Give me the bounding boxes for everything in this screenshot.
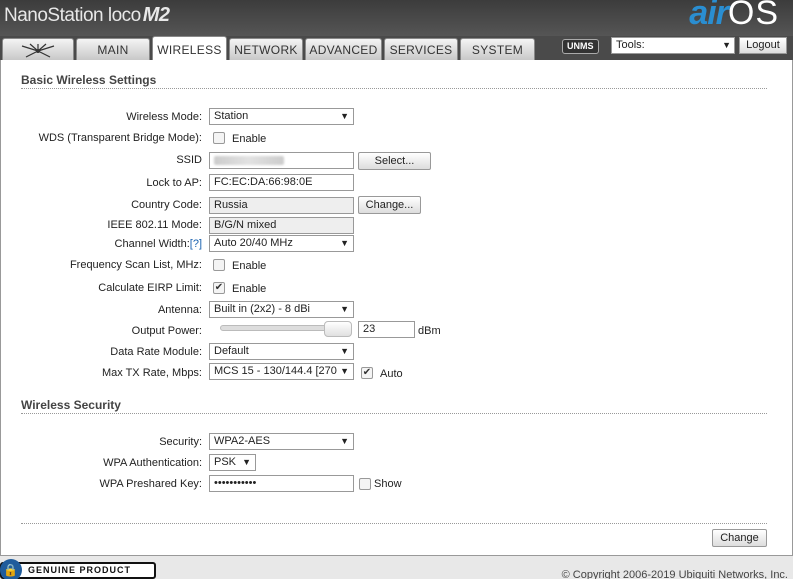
section-divider <box>21 413 767 414</box>
tab-bar: MAIN WIRELESS NETWORK ADVANCED SERVICES … <box>0 36 793 60</box>
output-power-label: Output Power: <box>131 325 202 337</box>
lock-ap-label: Lock to AP: <box>146 177 202 189</box>
data-rate-label: Data Rate Module: <box>110 346 202 358</box>
basic-settings-title: Basic Wireless Settings <box>21 73 157 87</box>
antenna-select[interactable]: Built in (2x2) - 8 dBi ▼ <box>209 301 354 318</box>
main-content: Basic Wireless Settings Wireless Mode: S… <box>0 60 793 556</box>
select-ssid-button[interactable]: Select... <box>358 152 431 170</box>
show-key-label: Show <box>374 478 402 490</box>
security-value: WPA2-AES <box>214 435 271 447</box>
tab-wireless[interactable]: WIRELESS <box>152 36 227 60</box>
tools-select[interactable]: Tools: ▼ <box>611 37 735 54</box>
tab-system[interactable]: SYSTEM <box>460 38 535 60</box>
brand-air: air <box>689 0 729 32</box>
freq-scan-label: Frequency Scan List, MHz: <box>69 259 202 271</box>
wds-checkbox[interactable] <box>213 132 225 144</box>
tab-advanced[interactable]: ADVANCED <box>305 38 382 60</box>
channel-width-label: Channel Width:[?] <box>115 238 202 250</box>
unms-label: UNMS <box>567 41 594 51</box>
tab-main[interactable]: MAIN <box>76 38 150 60</box>
max-tx-label: Max TX Rate, Mbps: <box>101 367 202 379</box>
antenna-value: Built in (2x2) - 8 dBi <box>214 303 310 315</box>
product-model: M2 <box>142 4 170 26</box>
security-select[interactable]: WPA2-AES ▼ <box>209 433 354 450</box>
output-power-unit: dBm <box>418 325 441 337</box>
ubiquiti-logo-icon <box>21 43 55 58</box>
airos-logo: airOS <box>689 0 779 33</box>
lock-ap-input[interactable]: FC:EC:DA:66:98:0E <box>209 174 354 191</box>
change-country-button[interactable]: Change... <box>358 196 421 214</box>
freq-scan-enable-label: Enable <box>232 260 267 272</box>
tab-ubiquiti-logo[interactable] <box>2 38 74 60</box>
footer: 🔒 GENUINE PRODUCT © Copyright 2006-2019 … <box>0 556 793 579</box>
header: NanoStation loco M2 airOS <box>0 0 793 36</box>
max-tx-auto-checkbox[interactable]: ✔ <box>361 367 373 379</box>
wpa-key-input[interactable]: ••••••••••• <box>209 475 354 492</box>
ieee-mode-field: B/G/N mixed <box>209 217 354 234</box>
wireless-security-title: Wireless Security <box>21 398 121 412</box>
change-button[interactable]: Change <box>712 529 767 547</box>
wpa-auth-label: WPA Authentication: <box>103 457 202 469</box>
eirp-label: Calculate EIRP Limit: <box>98 282 202 294</box>
tab-network[interactable]: NETWORK <box>229 38 303 60</box>
country-code-label: Country Code: <box>131 199 202 211</box>
wireless-mode-label: Wireless Mode: <box>126 111 202 123</box>
eirp-enable-label: Enable <box>232 283 267 295</box>
ssid-input[interactable] <box>209 152 354 169</box>
freq-scan-checkbox[interactable] <box>213 259 225 271</box>
lock-icon: 🔒 <box>0 559 22 579</box>
chevron-down-icon: ▼ <box>338 434 349 449</box>
tab-services[interactable]: SERVICES <box>384 38 458 60</box>
wpa-auth-value: PSK <box>214 456 237 468</box>
chevron-down-icon: ▼ <box>240 455 251 470</box>
brand-os: OS <box>727 0 779 32</box>
help-link[interactable]: [?] <box>190 238 202 250</box>
max-tx-auto-label: Auto <box>380 368 403 380</box>
wpa-auth-select[interactable]: PSK ▼ <box>209 454 256 471</box>
ssid-label: SSID <box>176 154 202 166</box>
max-tx-select[interactable]: MCS 15 - 130/144.4 [270 ▼ <box>209 363 354 380</box>
product-name: NanoStation loco <box>4 5 141 26</box>
section-divider <box>21 88 767 89</box>
antenna-label: Antenna: <box>157 304 202 316</box>
data-rate-select[interactable]: Default ▼ <box>209 343 354 360</box>
wds-enable-label: Enable <box>232 133 267 145</box>
channel-width-value: Auto 20/40 MHz <box>214 237 293 249</box>
security-label: Security: <box>159 436 202 448</box>
chevron-down-icon: ▼ <box>338 364 349 379</box>
wireless-mode-select[interactable]: Station ▼ <box>209 108 354 125</box>
country-code-field: Russia <box>209 197 354 214</box>
copyright-text: © Copyright 2006-2019 Ubiquiti Networks,… <box>561 569 788 579</box>
unms-button[interactable]: UNMS <box>562 39 599 54</box>
chevron-down-icon: ▼ <box>338 236 349 251</box>
section-divider <box>21 523 767 524</box>
output-power-input[interactable]: 23 <box>358 321 415 338</box>
wds-label: WDS (Transparent Bridge Mode): <box>38 132 202 144</box>
ssid-redacted <box>214 156 284 165</box>
ieee-mode-label: IEEE 802.11 Mode: <box>107 219 202 231</box>
chevron-down-icon: ▼ <box>338 109 349 124</box>
wireless-mode-value: Station <box>214 110 249 122</box>
output-power-slider-handle[interactable] <box>324 321 352 337</box>
genuine-product-badge: 🔒 GENUINE PRODUCT <box>0 559 156 579</box>
logout-button[interactable]: Logout <box>739 37 787 54</box>
chevron-down-icon: ▼ <box>338 302 349 317</box>
genuine-text: GENUINE PRODUCT <box>28 565 132 575</box>
data-rate-value: Default <box>214 345 249 357</box>
max-tx-value: MCS 15 - 130/144.4 [270 <box>214 365 337 377</box>
channel-width-text: Channel Width: <box>114 238 190 250</box>
chevron-down-icon: ▼ <box>338 344 349 359</box>
tools-value: Tools: <box>616 39 645 51</box>
show-key-checkbox[interactable] <box>359 478 371 490</box>
wpa-key-label: WPA Preshared Key: <box>99 478 202 490</box>
channel-width-select[interactable]: Auto 20/40 MHz ▼ <box>209 235 354 252</box>
product-logo: NanoStation loco M2 <box>4 4 170 27</box>
eirp-checkbox[interactable]: ✔ <box>213 282 225 294</box>
chevron-down-icon: ▼ <box>722 40 731 50</box>
